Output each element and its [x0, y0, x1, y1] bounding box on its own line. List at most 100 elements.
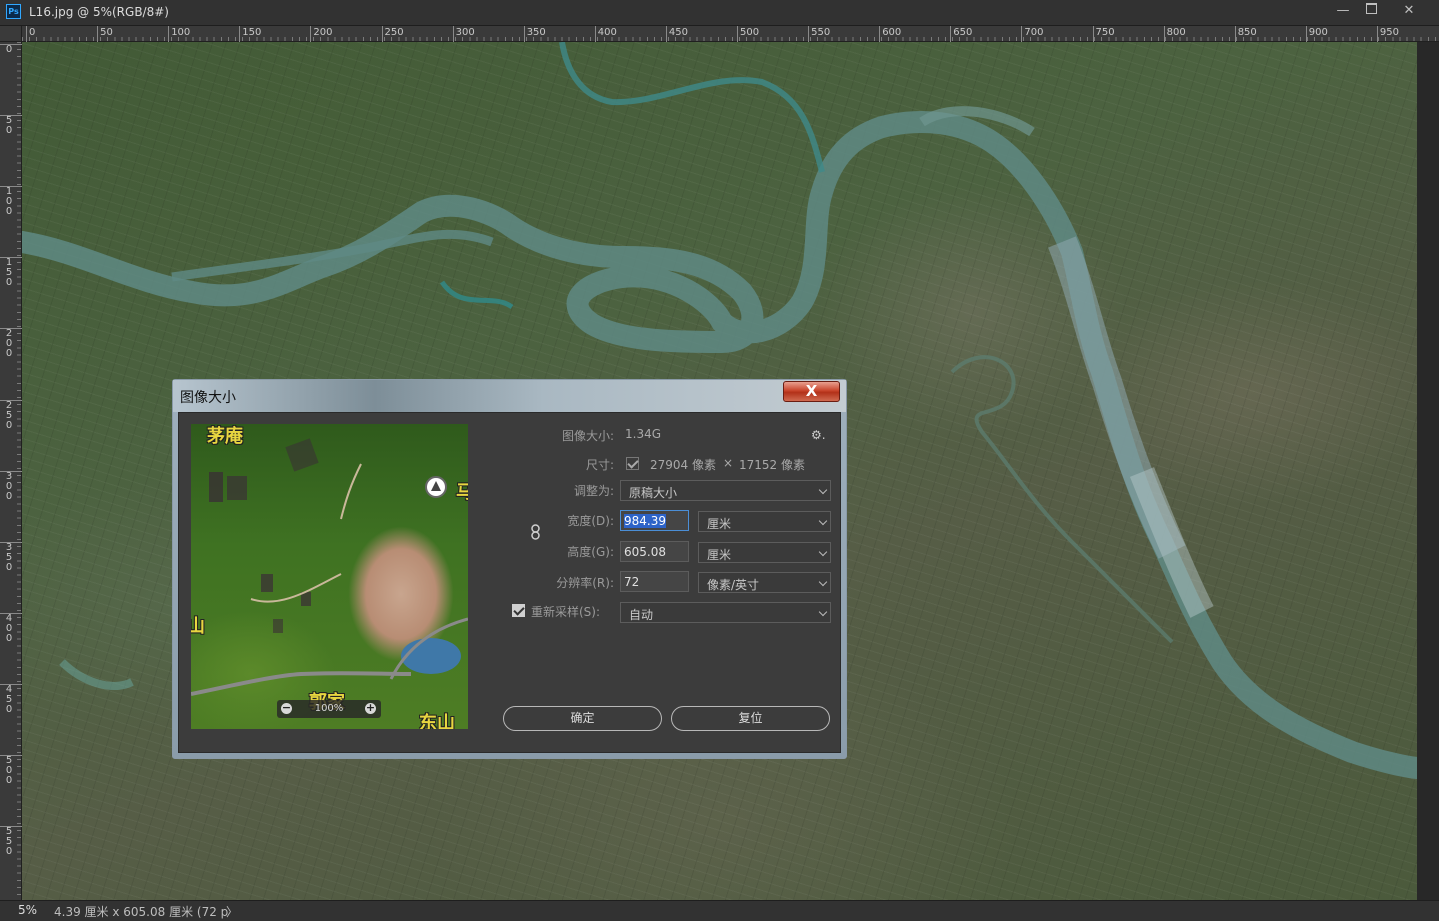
ruler-tick-label: 1 5 0 — [0, 257, 22, 288]
ruler-tick-label: 1 0 0 — [0, 186, 22, 217]
dimensions-dropdown-checkbox[interactable] — [626, 457, 639, 470]
ruler-tick-label: 0 — [26, 26, 35, 42]
height-label: 高度(G): — [567, 545, 614, 559]
status-info-menu-arrow[interactable]: 〉 — [226, 903, 238, 920]
width-input-value: 984.39 — [624, 514, 666, 528]
resample-method-value: 自动 — [629, 608, 654, 622]
image-size-label: 图像大小: — [561, 429, 614, 443]
ruler-tick-label: 800 — [1163, 26, 1186, 42]
dimensions-height-value: 17152 像素 — [739, 458, 805, 472]
zoom-out-button[interactable]: − — [281, 702, 292, 714]
fit-to-value: 原稿大小 — [629, 486, 678, 500]
height-input-value: 605.08 — [624, 545, 666, 559]
ruler-tick-text: 5 0 — [5, 115, 13, 137]
ruler-tick-label: 5 5 0 — [0, 826, 22, 857]
resample-method-select[interactable]: 自动 — [620, 602, 831, 623]
ruler-tick-label: 250 — [381, 26, 404, 42]
ruler-tick-label: 450 — [665, 26, 688, 42]
ruler-tick-text: 1 0 0 — [5, 186, 13, 218]
vertical-ruler[interactable]: 0 5 0 1 0 0 1 5 0 2 0 0 2 5 0 3 0 0 3 5 0 4 0 0 4… — [0, 42, 22, 900]
ok-button[interactable]: 确定 — [503, 706, 662, 731]
document-title[interactable]: L16.jpg @ 5%(RGB/8#) — [29, 5, 169, 19]
ruler-tick-label: 200 — [310, 26, 332, 42]
reset-button[interactable]: 复位 — [671, 706, 830, 731]
close-window-button[interactable]: ✕ — [1394, 0, 1424, 22]
dimensions-times: × — [723, 456, 734, 470]
height-unit-select[interactable]: 厘米 — [698, 542, 831, 563]
preview-zoom-control: 100% − + — [277, 700, 381, 718]
ruler-tick-label: 550 — [808, 26, 830, 42]
canvas-scroll-gutter — [1417, 42, 1439, 900]
ruler-origin[interactable] — [0, 26, 22, 42]
ruler-tick-label: 950 — [1376, 26, 1399, 42]
ruler-tick-label: 0 — [0, 44, 22, 55]
ruler-tick-label: 900 — [1305, 26, 1328, 42]
chevron-down-icon — [818, 577, 828, 587]
preview-map-label: 山 — [191, 616, 205, 637]
ruler-tick-label: 600 — [879, 26, 901, 42]
chevron-down-icon — [818, 485, 828, 495]
image-size-value: 1.34G — [625, 427, 662, 441]
status-zoom-level[interactable]: 5% — [18, 903, 37, 917]
ruler-tick-label: 300 — [452, 26, 475, 42]
ruler-tick-label: 350 — [523, 26, 546, 42]
width-input[interactable]: 984.39 — [620, 510, 689, 531]
ruler-tick-label: 850 — [1234, 26, 1257, 42]
resolution-input-value: 72 — [624, 575, 640, 589]
photoshop-app-icon: Ps — [6, 4, 21, 19]
ruler-tick-text: 2 5 0 — [5, 399, 13, 431]
ruler-tick-label: 4 5 0 — [0, 683, 22, 715]
chevron-down-icon — [818, 516, 828, 526]
dialog-close-button[interactable]: X — [783, 381, 840, 402]
resolution-unit-select[interactable]: 像素/英寸 — [698, 572, 831, 593]
preview-map-label: 东山 — [419, 713, 455, 729]
maximize-icon — [1365, 3, 1377, 14]
dialog-title-bar[interactable]: 图像大小 X — [173, 380, 846, 412]
width-label: 宽度(D): — [567, 514, 614, 528]
preview-map-label: 马 — [456, 482, 468, 503]
ruler-tick-label: 2 5 0 — [0, 399, 22, 431]
ruler-tick-label: 2 0 0 — [0, 328, 22, 359]
ruler-tick-label: 650 — [950, 26, 972, 42]
ruler-tick-label: 100 — [168, 26, 190, 42]
status-document-info: 4.39 厘米 x 605.08 厘米 (72 p — [54, 905, 229, 919]
dialog-title: 图像大小 — [180, 390, 236, 406]
zoom-in-button[interactable]: + — [365, 702, 376, 714]
status-bar: 5% 4.39 厘米 x 605.08 厘米 (72 p 〉 — [0, 900, 1439, 921]
dialog-body: 茅庵 马 山 郭家 东山 100% − + ⚙. 图像大小: 1.34G 尺寸:… — [178, 412, 841, 753]
ruler-tick-label: 5 0 0 — [0, 755, 22, 786]
minimize-button[interactable]: — — [1330, 0, 1356, 22]
resolution-label: 分辨率(R): — [556, 576, 614, 590]
ruler-tick-label: 700 — [1021, 26, 1043, 42]
resolution-input[interactable]: 72 — [620, 571, 689, 592]
ruler-tick-label: 3 0 0 — [0, 470, 22, 502]
height-unit-value: 厘米 — [707, 548, 732, 562]
maximize-button[interactable] — [1358, 0, 1384, 22]
image-size-dialog: 图像大小 X 茅庵 马 山 郭家 东山 — [172, 379, 847, 759]
width-unit-select[interactable]: 厘米 — [698, 511, 831, 532]
ruler-tick-label: 500 — [737, 26, 759, 42]
ruler-tick-text: 3 0 0 — [5, 470, 13, 502]
resample-checkbox[interactable] — [512, 604, 525, 617]
image-preview[interactable]: 茅庵 马 山 郭家 东山 100% − + — [191, 424, 468, 729]
dimensions-label: 尺寸: — [585, 458, 614, 472]
ruler-tick-label: 5 0 — [0, 115, 22, 136]
settings-gear-icon[interactable]: ⚙. — [811, 428, 826, 442]
preview-map-label: 茅庵 — [207, 426, 243, 447]
ruler-tick-text: 3 5 0 — [5, 541, 13, 573]
ruler-tick-text: 4 0 0 — [5, 612, 13, 644]
ruler-tick-text: 5 5 0 — [5, 826, 13, 858]
ruler-tick-text: 5 0 0 — [5, 755, 13, 786]
ruler-tick-label: 400 — [594, 26, 617, 42]
horizontal-ruler[interactable]: 0 50 100 150 200 250 300 350 400 450 500 550 600 650 7… — [22, 26, 1439, 42]
ruler-tick-text: 1 5 0 — [5, 257, 13, 289]
resample-label: 重新采样(S): — [531, 605, 601, 619]
preview-map-features — [191, 438, 468, 696]
height-input[interactable]: 605.08 — [620, 541, 689, 562]
ruler-tick-text: 4 5 0 — [5, 683, 13, 715]
fit-to-select[interactable]: 原稿大小 — [620, 480, 831, 501]
dimensions-width-value: 27904 像素 — [650, 458, 716, 472]
resolution-unit-value: 像素/英寸 — [707, 578, 760, 592]
ruler-tick-label: 150 — [239, 26, 261, 42]
ruler-tick-label: 50 — [97, 26, 113, 42]
